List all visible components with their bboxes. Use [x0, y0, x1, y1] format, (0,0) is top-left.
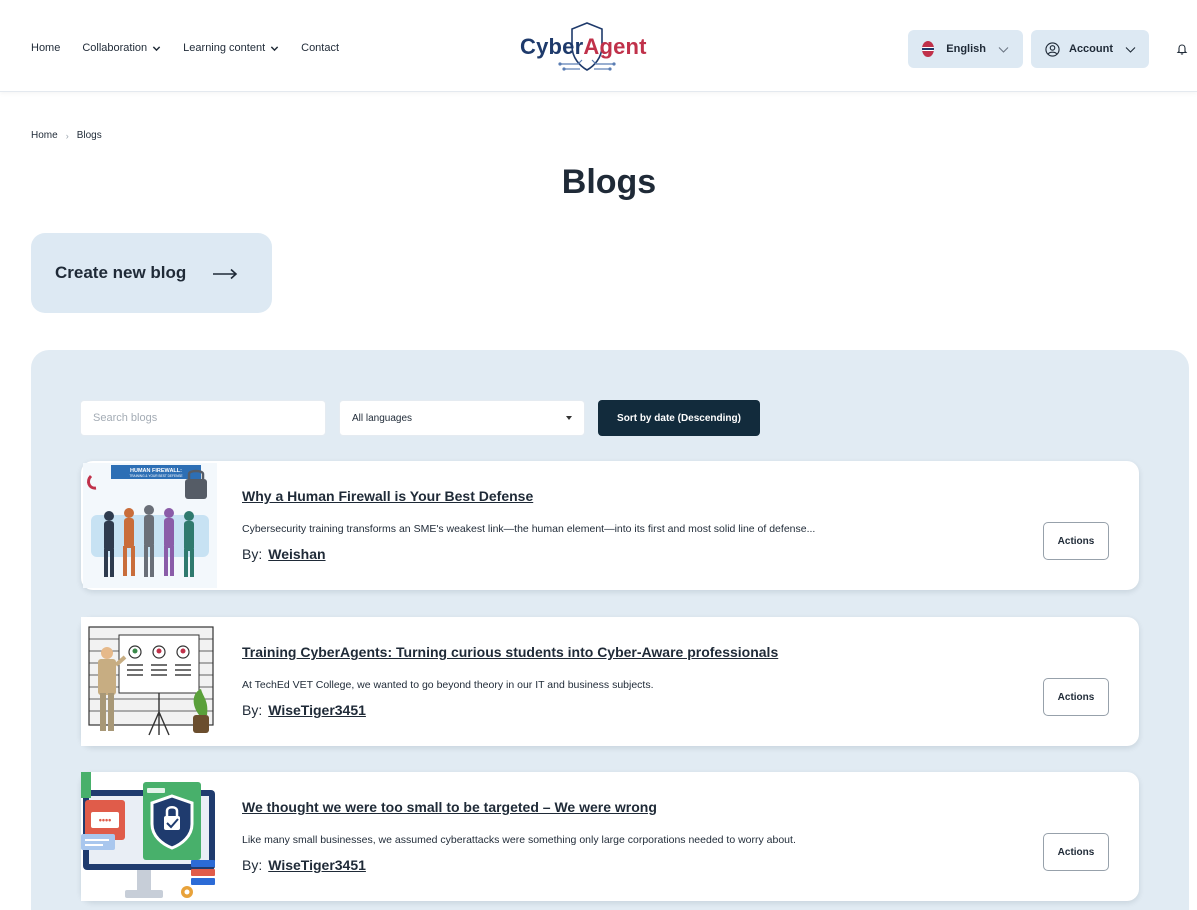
blog-thumbnail[interactable]: HUMAN FIREWALL: TRAINING & YOUR BEST DEF…: [81, 461, 218, 590]
nav-collaboration-label: Collaboration: [82, 42, 148, 54]
chevron-down-icon: [152, 44, 161, 53]
actions-button[interactable]: Actions: [1043, 833, 1109, 871]
blog-author-line: By: WiseTiger3451: [242, 857, 366, 873]
nav-collaboration[interactable]: Collaboration: [82, 42, 161, 54]
sort-by-date-button[interactable]: Sort by date (Descending): [598, 400, 760, 436]
nav-learning-content-label: Learning content: [183, 42, 266, 54]
chevron-down-icon: [1125, 45, 1136, 53]
logo-part-agent: Agent: [583, 34, 647, 59]
blog-card: HUMAN FIREWALL: TRAINING & YOUR BEST DEF…: [81, 461, 1139, 590]
blog-title-link[interactable]: Why a Human Firewall is Your Best Defens…: [242, 488, 533, 504]
nav-contact-label: Contact: [301, 42, 340, 54]
arrow-right-icon: [212, 267, 238, 280]
uk-flag-icon: [922, 41, 935, 57]
author-link[interactable]: Weishan: [268, 546, 325, 562]
logo-text: CyberAgent: [520, 34, 647, 60]
by-label: By:: [242, 702, 263, 718]
logo-part-cyber: Cyber: [520, 34, 584, 59]
breadcrumb-current: Blogs: [76, 130, 102, 141]
blog-thumbnail[interactable]: ••••: [81, 772, 218, 901]
thumb-sub-text: TRAINING & YOUR BEST DEFENSE: [129, 474, 182, 478]
blog-author-line: By: WiseTiger3451: [242, 702, 366, 718]
cyberagent-logo[interactable]: CyberAgent: [520, 20, 654, 76]
breadcrumb-home[interactable]: Home: [31, 130, 58, 141]
actions-button[interactable]: Actions: [1043, 678, 1109, 716]
language-selector[interactable]: English: [908, 30, 1023, 68]
author-link[interactable]: WiseTiger3451: [268, 702, 366, 718]
language-label: English: [946, 43, 986, 55]
by-label: By:: [242, 546, 263, 562]
nav-learning-content[interactable]: Learning content: [183, 42, 279, 54]
blog-title-link[interactable]: Training CyberAgents: Turning curious st…: [242, 644, 778, 660]
language-filter-value: All languages: [352, 412, 413, 424]
breadcrumb: Home › Blogs: [31, 130, 102, 141]
sort-label: Sort by date (Descending): [617, 412, 741, 424]
caret-down-icon: [566, 416, 572, 420]
svg-text:••••: ••••: [99, 815, 112, 825]
top-header: Home Collaboration Learning content Cont…: [0, 0, 1197, 92]
chevron-right-icon: ›: [65, 130, 69, 141]
blog-excerpt: At TechEd VET College, we wanted to go b…: [242, 679, 654, 691]
actions-button[interactable]: Actions: [1043, 522, 1109, 560]
nav-contact[interactable]: Contact: [301, 42, 339, 54]
small-business-security-illustration: ••••: [81, 772, 218, 901]
classroom-training-illustration: [81, 617, 218, 746]
search-blogs-input[interactable]: [80, 400, 326, 436]
main-nav: Home Collaboration Learning content Cont…: [31, 42, 361, 54]
by-label: By:: [242, 857, 263, 873]
language-filter-select[interactable]: All languages: [339, 400, 585, 436]
chevron-down-icon: [270, 44, 279, 53]
blog-title-link[interactable]: We thought we were too small to be targe…: [242, 799, 657, 815]
create-new-blog-label: Create new blog: [55, 263, 187, 282]
nav-home-label: Home: [31, 42, 61, 54]
chevron-down-icon: [998, 45, 1009, 53]
account-menu[interactable]: Account: [1031, 30, 1149, 68]
blog-author-line: By: Weishan: [242, 546, 326, 562]
human-firewall-illustration: HUMAN FIREWALL: TRAINING & YOUR BEST DEF…: [83, 463, 217, 588]
actions-label: Actions: [1057, 846, 1095, 858]
blog-card: •••• We thought we were too small to be …: [81, 772, 1139, 901]
page-title: Blogs: [561, 163, 657, 201]
blog-excerpt: Cybersecurity training transforms an SME…: [242, 523, 816, 535]
actions-label: Actions: [1057, 535, 1095, 547]
blog-excerpt: Like many small businesses, we assumed c…: [242, 834, 796, 846]
create-new-blog-button[interactable]: Create new blog: [31, 233, 272, 313]
account-label: Account: [1069, 43, 1113, 55]
blog-thumbnail[interactable]: [81, 617, 218, 746]
author-link[interactable]: WiseTiger3451: [268, 857, 366, 873]
nav-home[interactable]: Home: [31, 42, 60, 54]
notification-bell-icon[interactable]: [1176, 42, 1188, 55]
blog-card: Training CyberAgents: Turning curious st…: [81, 617, 1139, 746]
actions-label: Actions: [1057, 691, 1095, 703]
user-circle-icon: [1045, 41, 1060, 57]
